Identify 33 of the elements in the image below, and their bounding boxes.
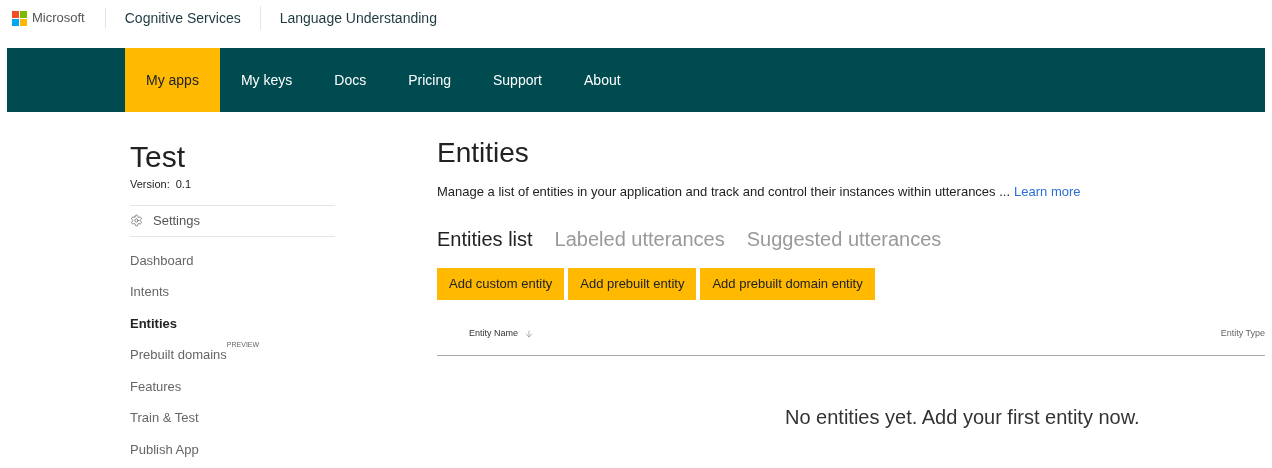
- empty-message: No entities yet. Add your first entity now.: [785, 404, 1141, 430]
- sort-arrow-icon: [524, 329, 535, 339]
- nav-tab[interactable]: My keys: [219, 48, 314, 112]
- add-entity-button[interactable]: Add prebuilt entity: [568, 267, 697, 300]
- microsoft-logo-icon: [12, 10, 27, 26]
- header-link[interactable]: Cognitive Services: [124, 10, 241, 26]
- sidebar-item[interactable]: Publish App: [130, 440, 199, 460]
- nav-tab[interactable]: About: [563, 48, 642, 112]
- page-description: Manage a list of entities in your application and track and control their instances within utterances ...: [437, 183, 1011, 201]
- add-entity-button[interactable]: Add prebuilt domain entity: [700, 267, 875, 300]
- version-label: Version:: [130, 177, 170, 192]
- learn-more-link[interactable]: Learn more: [1014, 182, 1081, 202]
- sidebar-item[interactable]: Train & Test: [130, 408, 199, 428]
- add-entity-button[interactable]: Add custom entity: [437, 267, 565, 300]
- sidebar-item[interactable]: Dashboard: [130, 250, 194, 270]
- section-tab[interactable]: Entities list: [437, 223, 533, 254]
- settings-link[interactable]: Settings: [130, 204, 335, 237]
- sidebar-item[interactable]: Entities: [130, 313, 177, 334]
- nav-tab[interactable]: Pricing: [387, 48, 472, 112]
- app-name: Test: [130, 140, 187, 174]
- page-title: Entities: [437, 136, 530, 170]
- nav-tab[interactable]: Support: [471, 48, 563, 112]
- column-header[interactable]: Entity Type: [1220, 327, 1265, 341]
- brand-name: Microsoft: [32, 9, 85, 28]
- version-value: 0.1: [175, 177, 192, 192]
- nav-tab[interactable]: Docs: [313, 48, 388, 112]
- header-link[interactable]: Language Understanding: [279, 10, 437, 26]
- nav-tab[interactable]: My apps: [125, 48, 220, 112]
- sidebar-item[interactable]: Prebuilt domains: [130, 345, 227, 365]
- settings-icon: [130, 214, 143, 227]
- column-header[interactable]: Entity Name: [469, 327, 519, 341]
- sidebar-item[interactable]: Features: [130, 376, 182, 397]
- sidebar-item[interactable]: Intents: [130, 282, 170, 302]
